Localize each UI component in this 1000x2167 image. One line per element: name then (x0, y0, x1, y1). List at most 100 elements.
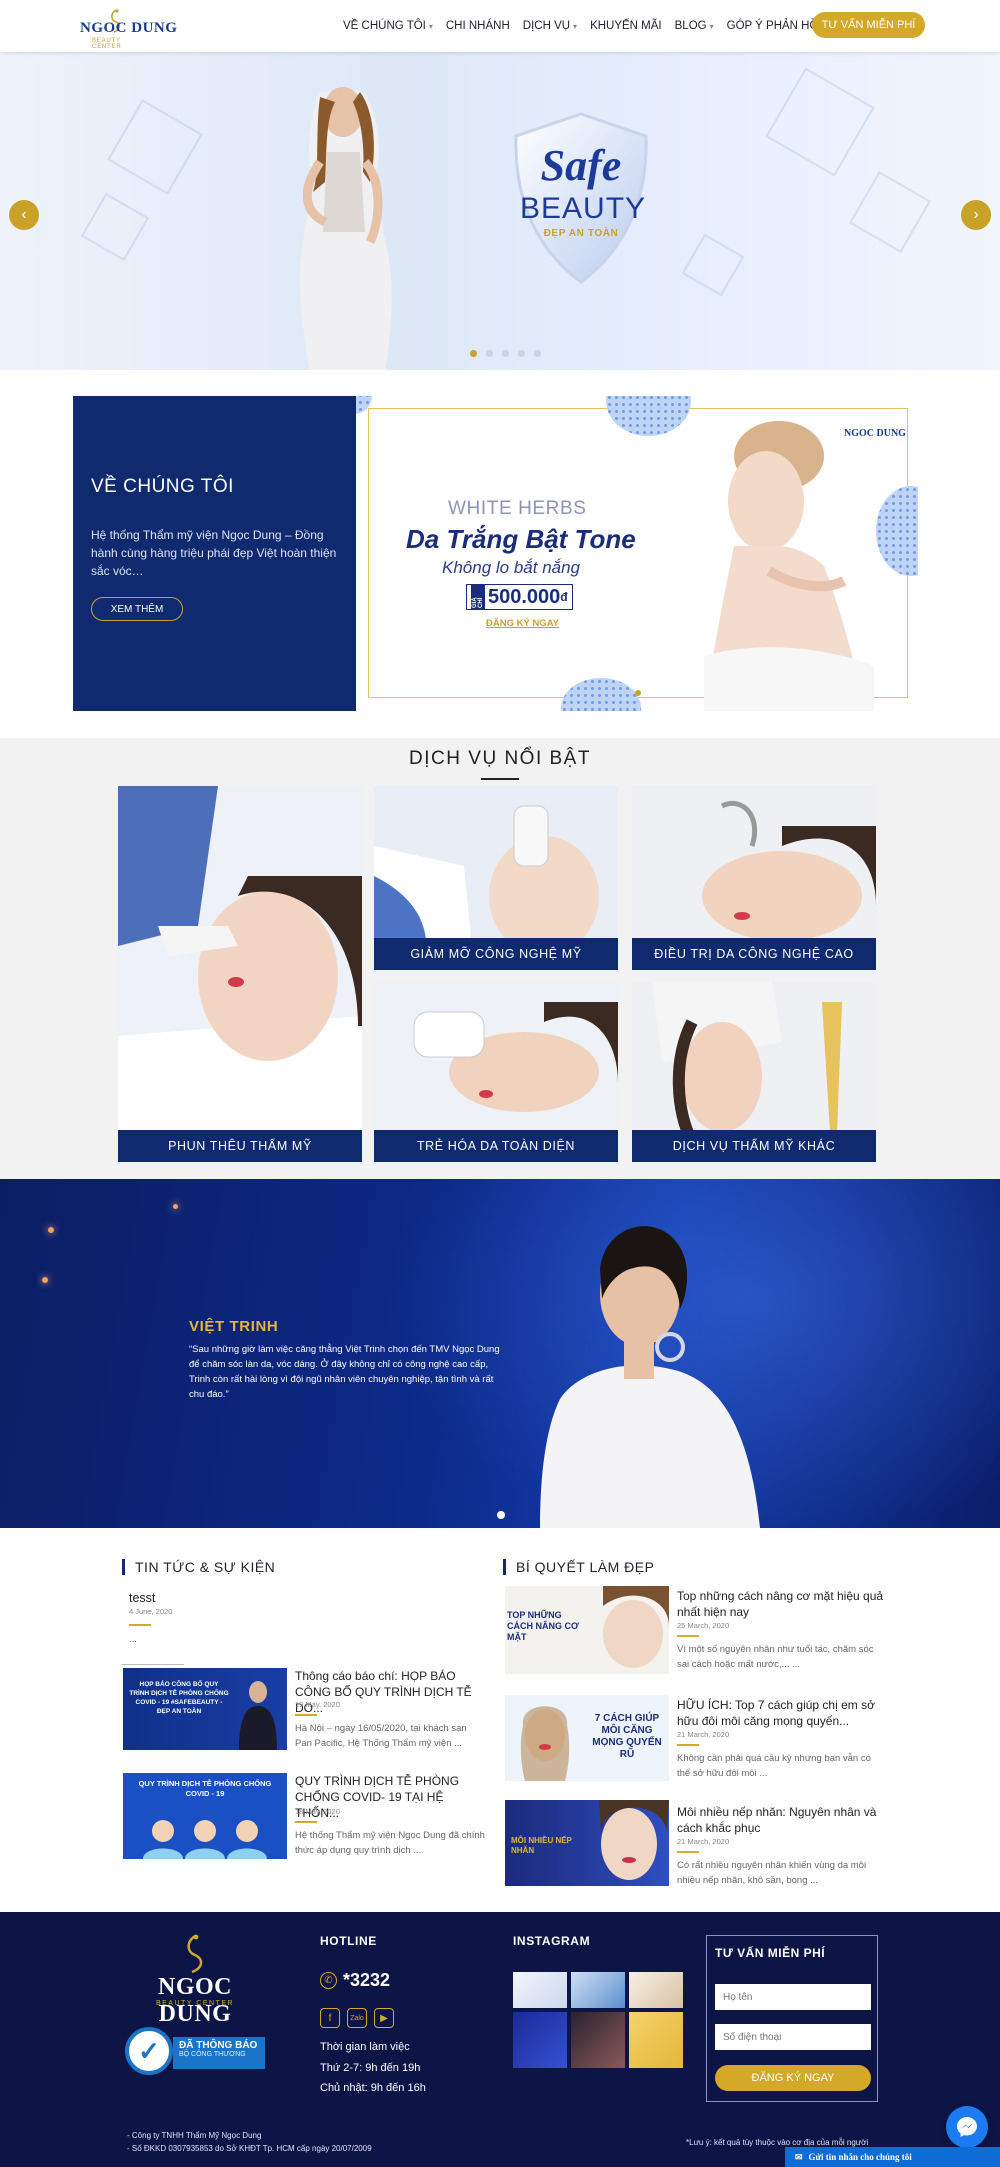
instagram-photo[interactable] (513, 2012, 567, 2068)
slider-dot[interactable] (486, 350, 493, 357)
thumbnail-caption: QUY TRÌNH DỊCH TỄ PHÒNG CHỐNG COVID - 19 (138, 1779, 272, 1798)
hero-model-image (300, 87, 392, 370)
news-post-thumbnail[interactable]: QUY TRÌNH DỊCH TỄ PHÒNG CHỐNG COVID - 19 (123, 1773, 287, 1859)
see-more-button[interactable]: XEM THÊM (91, 597, 183, 621)
nav-item-feedback[interactable]: GÓP Ý PHẢN HỒI (727, 20, 822, 32)
slider-dots (470, 350, 541, 357)
free-consult-button[interactable]: TƯ VẤN MIỄN PHÍ (812, 12, 925, 38)
mail-icon: ✉ (795, 2151, 803, 2162)
phone-input[interactable] (715, 2024, 871, 2050)
service-card[interactable]: PHUN THÊU THẨM MỸ (118, 786, 362, 1162)
slider-next-button[interactable]: › (961, 200, 991, 230)
thumbnail-caption: TOP NHỮNG CÁCH NÂNG CƠ MẶT (507, 1610, 579, 1642)
logo-subtext: BEAUTY CENTER (92, 38, 122, 50)
tips-post-title[interactable]: HỮU ÍCH: Top 7 cách giúp chị em sở hữu đ… (677, 1697, 892, 1729)
tips-post-thumbnail[interactable]: 7 CÁCH GIÚP MÔI CĂNG MỌNG QUYẾN RŨ (505, 1695, 669, 1781)
hexagon-decoration (765, 67, 875, 177)
slider-prev-button[interactable]: ‹ (9, 200, 39, 230)
services-title: DỊCH VỤ NỔI BẬT (409, 748, 591, 769)
footer-logo-subtext: BEAUTY CENTER (155, 2000, 235, 2007)
promo-register-link[interactable]: ĐĂNG KÝ NGAY (486, 618, 559, 629)
nav-item-branches[interactable]: CHI NHÁNH (446, 20, 510, 32)
site-logo[interactable]: NGOC DUNG BEAUTY CENTER (80, 8, 177, 50)
hours-sunday: Chủ nhật: 9h đến 16h (320, 2082, 426, 2094)
title-underline (129, 1624, 151, 1626)
footer-logo[interactable]: NGOC DUNG BEAUTY CENTER (120, 1932, 270, 2027)
thumbnail-caption: HỌP BÁO CÔNG BỐ QUY TRÌNH DỊCH TỄ PHÒNG … (129, 1681, 229, 1715)
tips-post-thumbnail[interactable]: MÔI NHIỀU NẾP NHĂN (505, 1800, 669, 1886)
tips-post-excerpt: Có rất nhiều nguyên nhân khiến vùng da m… (677, 1860, 867, 1886)
instagram-photo[interactable] (571, 1972, 625, 2008)
facebook-icon[interactable]: f (320, 2008, 340, 2028)
hotline[interactable]: ✆ *3232 (320, 1970, 390, 1991)
chevron-right-icon: › (973, 206, 979, 223)
messenger-chat-button[interactable] (946, 2106, 988, 2148)
nav-item-blog[interactable]: BLOG ▾ (675, 20, 714, 32)
instagram-photo[interactable] (629, 2012, 683, 2068)
testimonial-quote: “Sau những giờ làm việc căng thẳng Việt … (189, 1344, 500, 1400)
light-orb-decoration (173, 1204, 178, 1209)
promo-slider-dot[interactable] (635, 690, 641, 696)
promo-banner[interactable]: NGOC DUNG WHITE HERBS Da Trắng Bật Tone … (356, 396, 918, 711)
service-image (118, 786, 362, 1162)
promo-headline: Da Trắng Bật Tone (406, 524, 636, 554)
slider-dot[interactable] (502, 350, 509, 357)
zalo-icon[interactable]: Zalo (347, 2008, 367, 2028)
hotline-number: *3232 (343, 1970, 391, 1990)
service-card[interactable]: ĐIỀU TRỊ DA CÔNG NGHỆ CAO (632, 786, 876, 970)
nav-item-services[interactable]: DỊCH VỤ ▾ (523, 20, 577, 32)
slider-dot[interactable] (470, 350, 477, 357)
instagram-photo[interactable] (629, 1972, 683, 2008)
nav-label: KHUYẾN MÃI (590, 20, 662, 32)
nav-item-promotions[interactable]: KHUYẾN MÃI (590, 20, 662, 32)
check-icon: ✓ (125, 2027, 173, 2075)
youtube-icon[interactable]: ▶ (374, 2008, 394, 2028)
testimonial-slider-dot[interactable] (497, 1511, 505, 1519)
title-underline (295, 1714, 317, 1716)
chat-message-bar[interactable]: ✉ Gửi tin nhắn cho chúng tôi (785, 2147, 1000, 2167)
nav-label: CHI NHÁNH (445, 20, 510, 32)
news-post-title[interactable]: tesst (129, 1590, 155, 1606)
title-underline (295, 1821, 317, 1823)
promo-logo: NGOC DUNG (844, 428, 906, 439)
tips-post-title[interactable]: Môi nhiều nếp nhăn: Nguyên nhân và cách … (677, 1804, 892, 1836)
site-header: NGOC DUNG BEAUTY CENTER VỀ CHÚNG TÔI ▾ CH… (0, 0, 1000, 52)
instagram-photo[interactable] (513, 1972, 567, 2008)
promo-model-image (704, 421, 874, 711)
news-post-excerpt: Hà Nội – ngày 16/05/2020, tại khách sạn … (295, 1723, 467, 1749)
consult-form: TƯ VẤN MIỄN PHÍ ĐĂNG KÝ NGAY (706, 1935, 878, 2102)
instagram-photo[interactable] (571, 2012, 625, 2068)
name-input[interactable] (715, 1984, 871, 2010)
phone-icon: ✆ (320, 1972, 337, 1989)
news-post-thumbnail[interactable]: HỌP BÁO CÔNG BỐ QUY TRÌNH DỊCH TỄ PHÒNG … (123, 1668, 287, 1750)
thumbnail-image (603, 1586, 669, 1668)
tips-post-thumbnail[interactable]: TOP NHỮNG CÁCH NÂNG CƠ MẶT (505, 1586, 669, 1674)
service-label: DỊCH VỤ THẨM MỸ KHÁC (632, 1130, 876, 1162)
testimonial-slider: VIỆT TRINH “Sau những giờ làm việc căng … (0, 1179, 1000, 1528)
testimonial-name: VIỆT TRINH (189, 1318, 279, 1335)
chevron-down-icon: ▾ (573, 21, 578, 31)
hero-shield-subtitle: BEAUTY (520, 192, 647, 225)
nav-label: DỊCH VỤ (522, 20, 571, 32)
price-value: 500.000 (488, 585, 561, 608)
service-card[interactable]: DỊCH VỤ THẨM MỸ KHÁC (632, 982, 876, 1162)
chevron-down-icon: ▾ (428, 21, 433, 31)
ministry-badge[interactable]: ✓ ĐÃ THÔNG BÁO BỘ CÔNG THƯƠNG (125, 2027, 265, 2075)
badge-text-box: ĐÃ THÔNG BÁO BỘ CÔNG THƯƠNG (173, 2037, 265, 2069)
tips-post-title[interactable]: Top những cách nâng cơ mặt hiệu quả nhất… (677, 1588, 892, 1620)
service-card[interactable]: TRẺ HÓA DA TOÀN DIỆN (374, 982, 618, 1162)
nav-item-about[interactable]: VỀ CHÚNG TÔI ▾ (343, 20, 433, 32)
promo-line-1: WHITE HERBS (448, 498, 587, 519)
tips-post-excerpt: Không cần phải quá cầu kỳ nhưng bạn vẫn … (677, 1753, 871, 1779)
register-button[interactable]: ĐĂNG KÝ NGAY (715, 2065, 871, 2091)
form-title: TƯ VẤN MIỄN PHÍ (715, 1946, 826, 1960)
slider-dot[interactable] (534, 350, 541, 357)
hero-slider: Safe BEAUTY ĐẸP AN TOÀN ‹ › (0, 52, 1000, 370)
thumbnail-image (520, 1706, 570, 1781)
service-card[interactable]: GIẢM MỠ CÔNG NGHỆ MỸ (374, 786, 618, 970)
light-orb-decoration (42, 1277, 48, 1283)
about-text: Hệ thống Thẩm mỹ viện Ngọc Dung – Đồng h… (91, 528, 337, 578)
slider-dot[interactable] (518, 350, 525, 357)
light-orb-decoration (48, 1227, 54, 1233)
news-post-date: 18 May, 2020 (295, 1807, 340, 1816)
